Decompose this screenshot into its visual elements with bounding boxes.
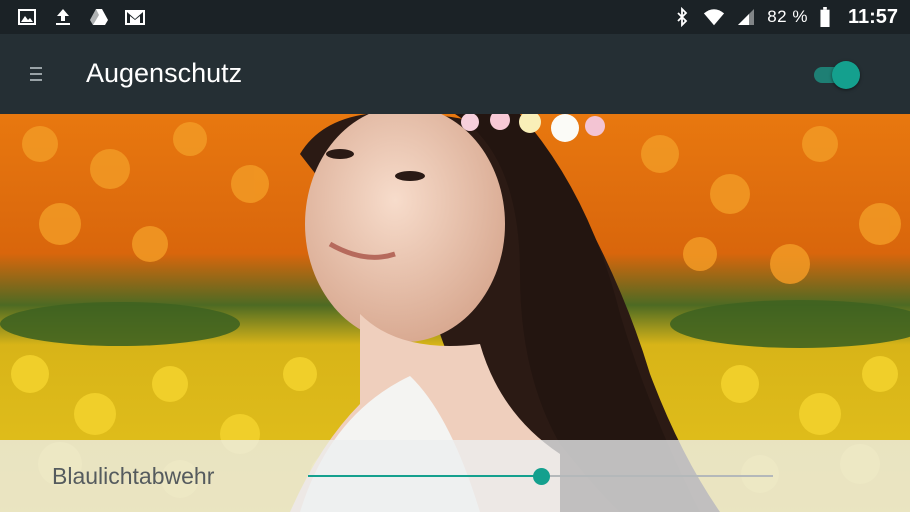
cell-signal-icon: [735, 7, 757, 27]
blue-light-slider[interactable]: [308, 468, 773, 485]
image-icon: [16, 7, 38, 27]
wifi-icon: [703, 7, 725, 27]
slider-thumb[interactable]: [532, 468, 550, 485]
mail-icon: [124, 7, 146, 27]
status-clock: 11:57: [847, 5, 898, 28]
bluetooth-icon: [671, 7, 693, 27]
eye-protection-toggle[interactable]: [812, 61, 862, 89]
battery-percent: 82 %: [767, 7, 808, 26]
battery-icon: [818, 7, 832, 27]
drive-icon: [88, 7, 110, 27]
status-left-icons: [16, 7, 146, 27]
status-right-icons: 82 % 11:57: [671, 6, 898, 29]
upload-icon: [52, 7, 74, 27]
menu-icon[interactable]: [30, 67, 42, 81]
blue-light-panel: Blaulichtabwehr: [0, 440, 910, 512]
slider-fill: [308, 475, 541, 477]
blue-light-label: Blaulichtabwehr: [52, 463, 215, 489]
status-bar: 82 % 11:57: [0, 0, 910, 34]
app-bar: Augenschutz: [0, 34, 910, 114]
page-title: Augenschutz: [86, 58, 243, 88]
toggle-thumb: [832, 61, 860, 89]
